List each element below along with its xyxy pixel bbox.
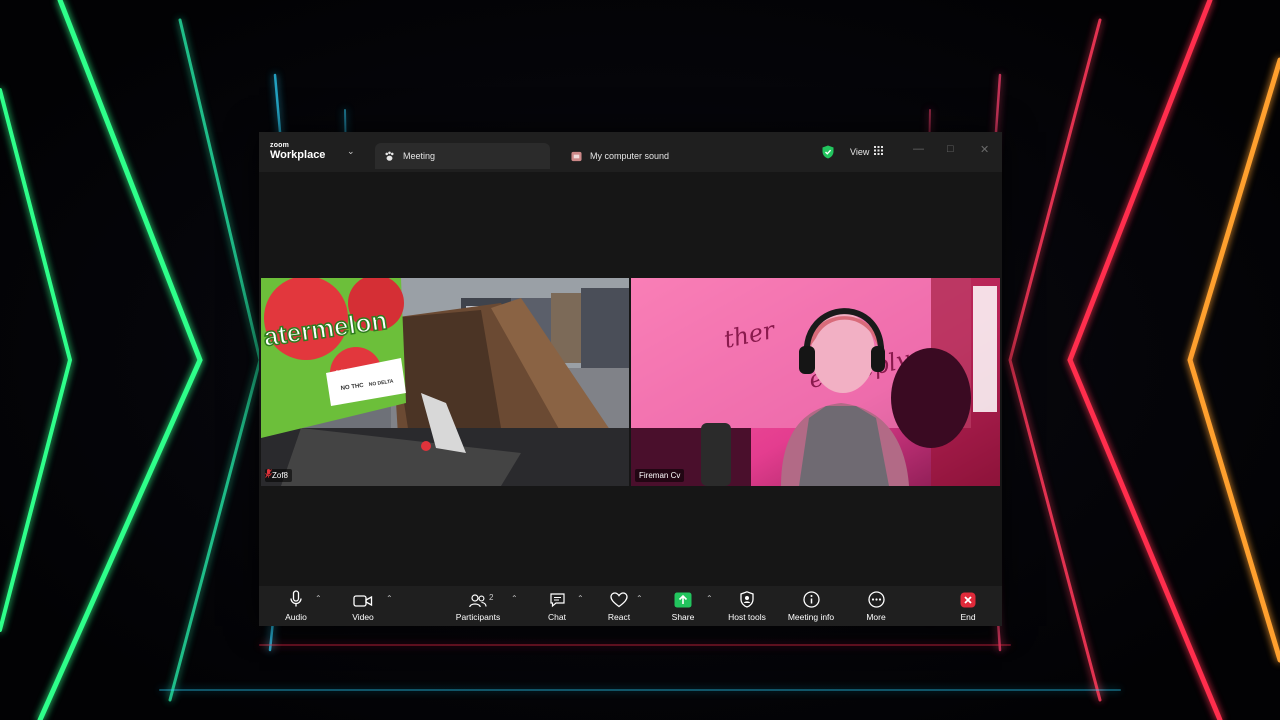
view-button[interactable]: View xyxy=(850,146,884,157)
participants-icon xyxy=(469,594,487,610)
tab-meeting-label: Meeting xyxy=(403,151,436,161)
participant-count: 2 xyxy=(489,593,494,602)
tab-sound-label: My computer sound xyxy=(590,151,670,161)
end-call-icon xyxy=(960,592,976,610)
video-stage: atermelon 3 GUMMIES PER BAG NO THC NO DE… xyxy=(259,172,1002,586)
grid-icon xyxy=(874,146,884,157)
close-icon[interactable]: ✕ xyxy=(980,143,989,156)
person-video-feed: ther e deeply xyxy=(631,278,1000,486)
video-label: Video xyxy=(352,612,374,622)
participants-options-chevron-icon[interactable]: ⌃ xyxy=(511,594,518,603)
host-tools-button[interactable]: Host tools xyxy=(716,588,778,624)
chevron-down-icon[interactable]: ⌄ xyxy=(347,146,355,157)
video-tile-zof8[interactable]: atermelon 3 GUMMIES PER BAG NO THC NO DE… xyxy=(261,278,629,486)
end-button[interactable]: End xyxy=(937,588,999,624)
microphone-icon xyxy=(289,590,303,610)
chat-icon xyxy=(549,592,566,610)
more-label: More xyxy=(866,612,886,622)
meeting-paw-icon xyxy=(384,151,395,162)
video-options-chevron-icon[interactable]: ⌃ xyxy=(386,594,393,603)
host-shield-icon xyxy=(740,591,754,610)
video-button[interactable]: Video xyxy=(332,588,394,624)
brand-big: Workplace xyxy=(270,149,326,161)
brand-small: zoom xyxy=(270,142,290,149)
zoom-window: zoom Workplace ⌄ Meeting My computer sou… xyxy=(259,132,1002,626)
participants-button[interactable]: Participants xyxy=(447,588,509,624)
participant-nametag: Fireman Cv xyxy=(635,469,685,482)
react-label: React xyxy=(607,612,631,622)
meeting-toolbar: Audio ⌃ Video ⌃ Participants 2 ⌃ Chat ⌃ xyxy=(259,586,1002,626)
shield-check-icon[interactable] xyxy=(822,145,834,164)
heart-icon xyxy=(610,592,628,610)
participant-name: Fireman Cv xyxy=(639,471,681,480)
meeting-info-label: Meeting info xyxy=(787,612,835,622)
video-tile-fireman-cv[interactable]: ther e deeply Fir xyxy=(631,278,1000,486)
more-button[interactable]: More xyxy=(845,588,907,624)
participants-label: Participants xyxy=(455,612,501,622)
store-video-feed: atermelon 3 GUMMIES PER BAG NO THC NO DE… xyxy=(261,278,629,486)
meeting-info-button[interactable]: Meeting info xyxy=(780,588,842,624)
end-label: End xyxy=(960,612,976,622)
speaker-app-icon xyxy=(571,151,582,162)
minimize-icon[interactable]: — xyxy=(913,143,924,155)
chat-label: Chat xyxy=(548,612,566,622)
share-button[interactable]: Share xyxy=(652,588,714,624)
tab-meeting[interactable]: Meeting xyxy=(375,143,550,169)
host-tools-label: Host tools xyxy=(728,612,766,622)
share-screen-icon xyxy=(674,592,692,610)
share-options-chevron-icon[interactable]: ⌃ xyxy=(706,594,713,603)
participant-nametag: Zof8 xyxy=(265,469,293,482)
zoom-workplace-logo[interactable]: zoom Workplace xyxy=(270,142,325,161)
chat-options-chevron-icon[interactable]: ⌃ xyxy=(577,594,584,603)
more-icon xyxy=(867,591,885,610)
tab-my-computer-sound[interactable]: My computer sound xyxy=(562,143,732,169)
participant-name: Zof8 xyxy=(272,471,289,480)
info-icon xyxy=(802,591,820,610)
maximize-icon[interactable]: □ xyxy=(947,143,954,155)
react-options-chevron-icon[interactable]: ⌃ xyxy=(636,594,643,603)
audio-options-chevron-icon[interactable]: ⌃ xyxy=(315,594,322,603)
video-camera-icon xyxy=(353,594,373,610)
view-label: View xyxy=(850,146,870,157)
share-label: Share xyxy=(671,612,695,622)
audio-label: Audio xyxy=(285,612,307,622)
title-bar: zoom Workplace ⌄ Meeting My computer sou… xyxy=(259,132,1002,172)
